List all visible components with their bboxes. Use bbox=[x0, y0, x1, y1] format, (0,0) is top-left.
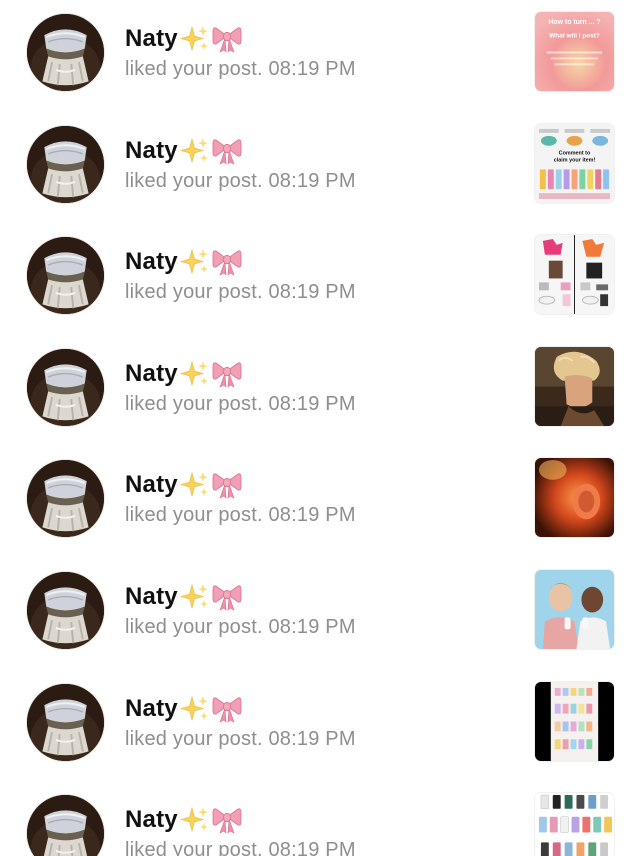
notification-row-7[interactable]: Naty liked your post. 08:19 PM bbox=[0, 670, 640, 782]
avatar[interactable] bbox=[26, 571, 105, 650]
name-line: Naty bbox=[125, 803, 242, 837]
notification-row-4[interactable]: Naty liked your post. 08:19 PM bbox=[0, 335, 640, 447]
sparkles-icon bbox=[179, 583, 210, 611]
activity-list: Naty liked your post. 08:19 PM How to tu… bbox=[0, 0, 640, 856]
notification-row-3[interactable]: Naty liked your post. 08:19 PM bbox=[0, 223, 640, 335]
svg-text:What will I post?: What will I post? bbox=[549, 33, 600, 40]
timestamp: 08:19 PM bbox=[268, 281, 356, 304]
sparkles-icon bbox=[179, 137, 210, 165]
avatar[interactable] bbox=[26, 124, 105, 204]
thumb-peach-text[interactable]: How to turn ... ? What will I post? bbox=[535, 12, 614, 91]
notification-row-8[interactable]: Naty liked your post. 08:19 PM bbox=[0, 781, 640, 856]
avatar[interactable] bbox=[26, 794, 105, 856]
ribbon-icon bbox=[212, 471, 242, 500]
activity-action: liked your post. bbox=[125, 616, 263, 638]
activity-action: liked your post. bbox=[125, 392, 263, 415]
timestamp: 08:19 PM bbox=[268, 504, 356, 527]
activity-text: liked your post. 08:19 PM bbox=[125, 839, 356, 856]
ribbon-icon bbox=[212, 248, 242, 276]
name-line: Naty bbox=[125, 134, 242, 168]
notification-row-5[interactable]: Naty liked your post. 08:19 PM bbox=[0, 446, 640, 558]
sparkles-icon bbox=[179, 248, 210, 276]
ribbon-icon bbox=[212, 360, 242, 388]
thumb-tumblers-grid[interactable] bbox=[535, 793, 614, 856]
name-line: Naty bbox=[125, 357, 242, 391]
activity-action: liked your post. bbox=[125, 504, 263, 527]
avatar[interactable] bbox=[26, 236, 105, 316]
ribbon-icon bbox=[212, 583, 242, 611]
username[interactable]: Naty bbox=[125, 137, 178, 165]
avatar[interactable] bbox=[26, 13, 105, 92]
notification-row-2[interactable]: Naty liked your post. 08:19 PM Comment t… bbox=[0, 112, 640, 224]
name-line: Naty bbox=[125, 245, 242, 279]
thumb-blond-man[interactable] bbox=[535, 346, 614, 426]
svg-text:Comment to: Comment to bbox=[559, 150, 591, 156]
activity-text: liked your post. 08:19 PM bbox=[125, 728, 356, 751]
notification-row-6[interactable]: Naty liked your post. 08:19 PM bbox=[0, 558, 640, 670]
username[interactable]: Naty bbox=[125, 25, 178, 53]
timestamp: 08:19 PM bbox=[268, 839, 356, 856]
timestamp: 08:19 PM bbox=[268, 392, 356, 415]
activity-action: liked your post. bbox=[125, 839, 263, 856]
avatar[interactable] bbox=[26, 459, 105, 539]
ribbon-icon bbox=[212, 25, 242, 53]
sparkles-icon bbox=[179, 471, 210, 499]
username[interactable]: Naty bbox=[125, 695, 178, 723]
notification-row-1[interactable]: Naty liked your post. 08:19 PM How to tu… bbox=[0, 0, 640, 112]
activity-action: liked your post. bbox=[125, 281, 263, 304]
thumb-skincare-screen[interactable] bbox=[535, 681, 614, 761]
timestamp: 08:19 PM bbox=[268, 727, 356, 750]
sparkles-icon bbox=[179, 695, 210, 723]
timestamp: 08:19 PM bbox=[268, 169, 356, 192]
avatar[interactable] bbox=[26, 347, 105, 427]
ribbon-icon bbox=[212, 806, 242, 834]
username[interactable]: Naty bbox=[125, 471, 178, 499]
timestamp: 08:19 PM bbox=[268, 58, 356, 80]
username[interactable]: Naty bbox=[125, 248, 178, 276]
sparkles-icon bbox=[179, 806, 210, 834]
activity-text: liked your post. 08:19 PM bbox=[125, 504, 356, 527]
name-line: Naty bbox=[125, 22, 242, 56]
svg-text:How to turn ... ?: How to turn ... ? bbox=[548, 19, 600, 26]
activity-action: liked your post. bbox=[125, 169, 263, 192]
username[interactable]: Naty bbox=[125, 360, 178, 388]
thumb-cups-giveaway[interactable]: Comment to claim your item! bbox=[535, 123, 614, 203]
activity-action: liked your post. bbox=[125, 58, 263, 80]
ribbon-icon bbox=[212, 695, 242, 723]
name-line: Naty bbox=[125, 580, 242, 614]
username[interactable]: Naty bbox=[125, 583, 178, 611]
activity-text: liked your post. 08:19 PM bbox=[125, 281, 356, 304]
name-line: Naty bbox=[125, 692, 242, 726]
activity-text: liked your post. 08:19 PM bbox=[125, 170, 356, 193]
thumb-two-men[interactable] bbox=[535, 570, 614, 649]
activity-text: liked your post. 08:19 PM bbox=[125, 616, 356, 639]
name-line: Naty bbox=[125, 468, 242, 502]
thumb-outfit-grid[interactable] bbox=[535, 235, 614, 315]
activity-text: liked your post. 08:19 PM bbox=[125, 393, 356, 416]
activity-action: liked your post. bbox=[125, 727, 263, 750]
avatar[interactable] bbox=[26, 682, 105, 762]
sparkles-icon bbox=[179, 360, 210, 388]
svg-text:claim your item!: claim your item! bbox=[554, 157, 596, 163]
username[interactable]: Naty bbox=[125, 806, 178, 834]
ribbon-icon bbox=[212, 137, 242, 165]
thumb-ear-closeup[interactable] bbox=[535, 458, 614, 538]
activity-text: liked your post. 08:19 PM bbox=[125, 58, 356, 81]
timestamp: 08:19 PM bbox=[268, 616, 356, 638]
sparkles-icon bbox=[179, 25, 210, 53]
